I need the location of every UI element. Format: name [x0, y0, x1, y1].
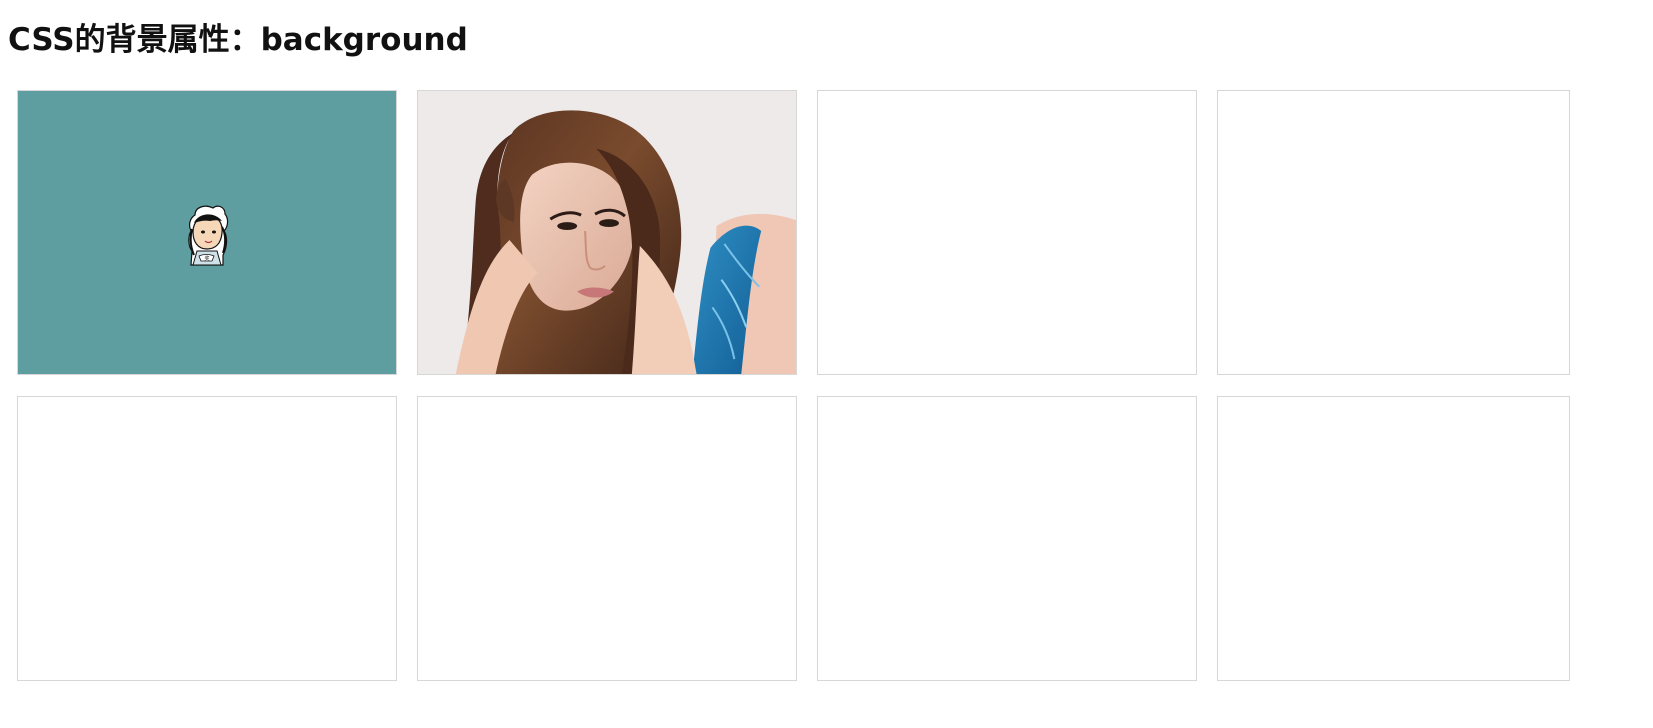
page-title: CSS的背景属性：background — [8, 22, 468, 58]
cartoon-character-image: 奖 — [188, 205, 229, 266]
demo-box-2 — [417, 90, 797, 375]
demo-box-5 — [17, 396, 397, 681]
demo-box-7 — [817, 396, 1197, 681]
demo-box-4 — [1217, 90, 1570, 375]
demo-box-8 — [1217, 396, 1570, 681]
demo-grid: 奖 — [17, 90, 1653, 690]
demo-box-3 — [817, 90, 1197, 375]
demo-box-6 — [417, 396, 797, 681]
woman-portrait-image — [418, 91, 796, 374]
demo-box-1: 奖 — [17, 90, 397, 375]
sprite-label: 奖 — [204, 255, 209, 262]
